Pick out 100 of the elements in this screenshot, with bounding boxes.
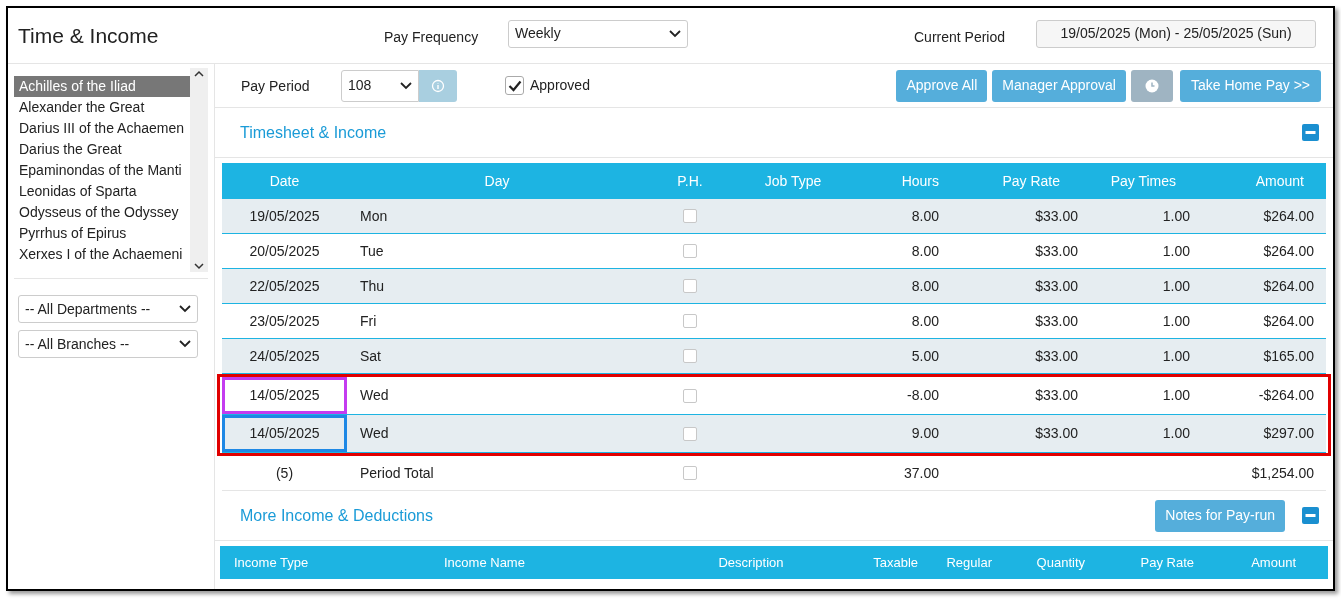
table-cell-text: Fri xyxy=(359,311,378,331)
history-button[interactable] xyxy=(1130,69,1173,102)
column-header: Amount xyxy=(1250,553,1297,572)
filter-select[interactable]: -- All Branches -- xyxy=(18,330,198,358)
table-cell-text: 20/05/2025 xyxy=(248,241,321,261)
clock-icon xyxy=(1144,78,1159,93)
column-header: Amount xyxy=(1254,171,1305,191)
table-cell-text: $33.00 xyxy=(1034,311,1078,331)
section-title: Timesheet & Income xyxy=(240,122,387,143)
table-cell-text: 9.00 xyxy=(910,424,940,443)
info-button[interactable] xyxy=(419,69,457,102)
table-cell-text: 1.00 xyxy=(1161,206,1190,226)
employee-list-item[interactable]: Xerxes I of the Achaemeni xyxy=(14,244,190,265)
table-cell-text: 37.00 xyxy=(902,463,940,483)
employee-list-item[interactable]: Alexander the Great xyxy=(14,97,190,118)
table-cell-text: Wed xyxy=(359,424,390,443)
table-cell: 14/05/2025 xyxy=(222,377,347,414)
field-label: Pay Frequency xyxy=(384,27,480,47)
column-header: Day xyxy=(483,171,511,191)
column-header: P.H. xyxy=(676,171,704,191)
table-cell-text: 8.00 xyxy=(910,311,940,331)
employee-list-item[interactable]: Leonidas of Sparta xyxy=(14,181,190,202)
table-cell-text: -$264.00 xyxy=(1257,386,1315,405)
table-cell-text: 23/05/2025 xyxy=(248,311,321,331)
field-label: Current Period xyxy=(914,27,1007,47)
table-cell-text: Period Total xyxy=(359,463,435,483)
ph-checkbox[interactable] xyxy=(683,314,697,328)
table-cell-text: $264.00 xyxy=(1262,241,1315,261)
info-icon xyxy=(431,78,445,93)
table-cell-text: Mon xyxy=(359,206,389,226)
column-header: Description xyxy=(717,553,785,572)
pay-period-select[interactable]: 108 xyxy=(341,69,419,102)
table-cell-text: 1.00 xyxy=(1161,424,1190,443)
employee-list-item[interactable]: Darius III of the Achaemen xyxy=(14,118,190,139)
employee-list-item[interactable]: Achilles of the Iliad xyxy=(14,76,190,97)
table-cell-text: $264.00 xyxy=(1262,206,1315,226)
filter-select[interactable]: -- All Departments -- xyxy=(18,295,198,323)
table-cell-text: 1.00 xyxy=(1161,386,1190,405)
table-cell-text: $33.00 xyxy=(1034,276,1078,296)
table-cell-text: $264.00 xyxy=(1262,311,1315,331)
column-header: Hours xyxy=(900,171,940,191)
current-period-field: 19/05/2025 (Mon) - 25/05/2025 (Sun) xyxy=(1036,19,1316,48)
column-header: Income Name xyxy=(443,553,526,572)
table-cell-text: $1,254.00 xyxy=(1250,463,1315,483)
ph-checkbox[interactable] xyxy=(683,349,697,363)
chevron-down-icon xyxy=(669,29,681,38)
pay-frequency-select[interactable]: Weekly xyxy=(508,19,688,48)
table-cell-text: Sat xyxy=(359,346,382,366)
column-header: Regular xyxy=(945,553,992,572)
ph-checkbox[interactable] xyxy=(683,388,697,403)
column-header: Quantity xyxy=(1035,553,1085,572)
table-cell-text: $165.00 xyxy=(1262,346,1315,366)
column-header: Pay Rate xyxy=(1139,553,1194,572)
scroll-down-icon[interactable] xyxy=(194,263,204,270)
employee-list-item[interactable]: Epaminondas of the Manti xyxy=(14,160,190,181)
table-cell-text: -8.00 xyxy=(906,386,940,405)
chevron-down-icon xyxy=(179,305,191,313)
chevron-down-icon xyxy=(400,81,412,90)
field-label: Pay Period xyxy=(241,77,311,96)
column-header: Taxable xyxy=(872,553,919,572)
ph-checkbox[interactable] xyxy=(683,426,697,441)
table-cell-text: Wed xyxy=(359,386,390,405)
page-title: Time & Income xyxy=(18,22,160,49)
table-cell-text: 5.00 xyxy=(910,346,940,366)
table-cell-text: $297.00 xyxy=(1262,424,1315,443)
table-cell-text: 8.00 xyxy=(910,206,940,226)
table-cell-text: 8.00 xyxy=(910,276,940,296)
employee-list-item[interactable]: Pyrrhus of Epirus xyxy=(14,223,190,244)
table-cell-text: 19/05/2025 xyxy=(248,206,321,226)
table-cell-text: 1.00 xyxy=(1161,276,1190,296)
table-cell-text: $33.00 xyxy=(1034,241,1078,261)
table-cell-text: $264.00 xyxy=(1262,276,1315,296)
table-cell-text: (5) xyxy=(274,463,295,483)
table-cell-text: Thu xyxy=(359,276,386,296)
chevron-down-icon xyxy=(179,340,191,348)
table-cell-text: 1.00 xyxy=(1161,311,1190,331)
ph-checkbox[interactable] xyxy=(683,209,697,223)
ph-checkbox[interactable] xyxy=(683,244,697,258)
employee-list-item[interactable]: Odysseus of the Odyssey xyxy=(14,202,190,223)
column-header: Pay Rate xyxy=(1001,171,1061,191)
table-cell: 14/05/2025 xyxy=(222,415,347,452)
approved-checkbox[interactable] xyxy=(505,76,524,95)
table-cell-text: $33.00 xyxy=(1034,206,1078,226)
column-header: Date xyxy=(268,171,301,191)
column-header: Pay Times xyxy=(1109,171,1177,191)
table-cell-text: Tue xyxy=(359,241,385,261)
scrollbar[interactable] xyxy=(190,68,208,272)
checkbox-label: Approved xyxy=(530,76,590,95)
ph-checkbox[interactable] xyxy=(683,279,697,293)
collapse-button[interactable] xyxy=(1302,507,1319,524)
scroll-up-icon[interactable] xyxy=(194,70,204,77)
column-header: Job Type xyxy=(763,171,823,191)
section-title: More Income & Deductions xyxy=(240,505,433,526)
ph-checkbox[interactable] xyxy=(683,466,697,480)
employee-list-item[interactable]: Darius the Great xyxy=(14,139,190,160)
table-cell-text: $33.00 xyxy=(1034,386,1078,405)
collapse-button[interactable] xyxy=(1302,124,1319,141)
table-cell-text: 8.00 xyxy=(910,241,940,261)
table-cell-text: $33.00 xyxy=(1034,424,1078,443)
table-cell-text: 24/05/2025 xyxy=(248,346,321,366)
